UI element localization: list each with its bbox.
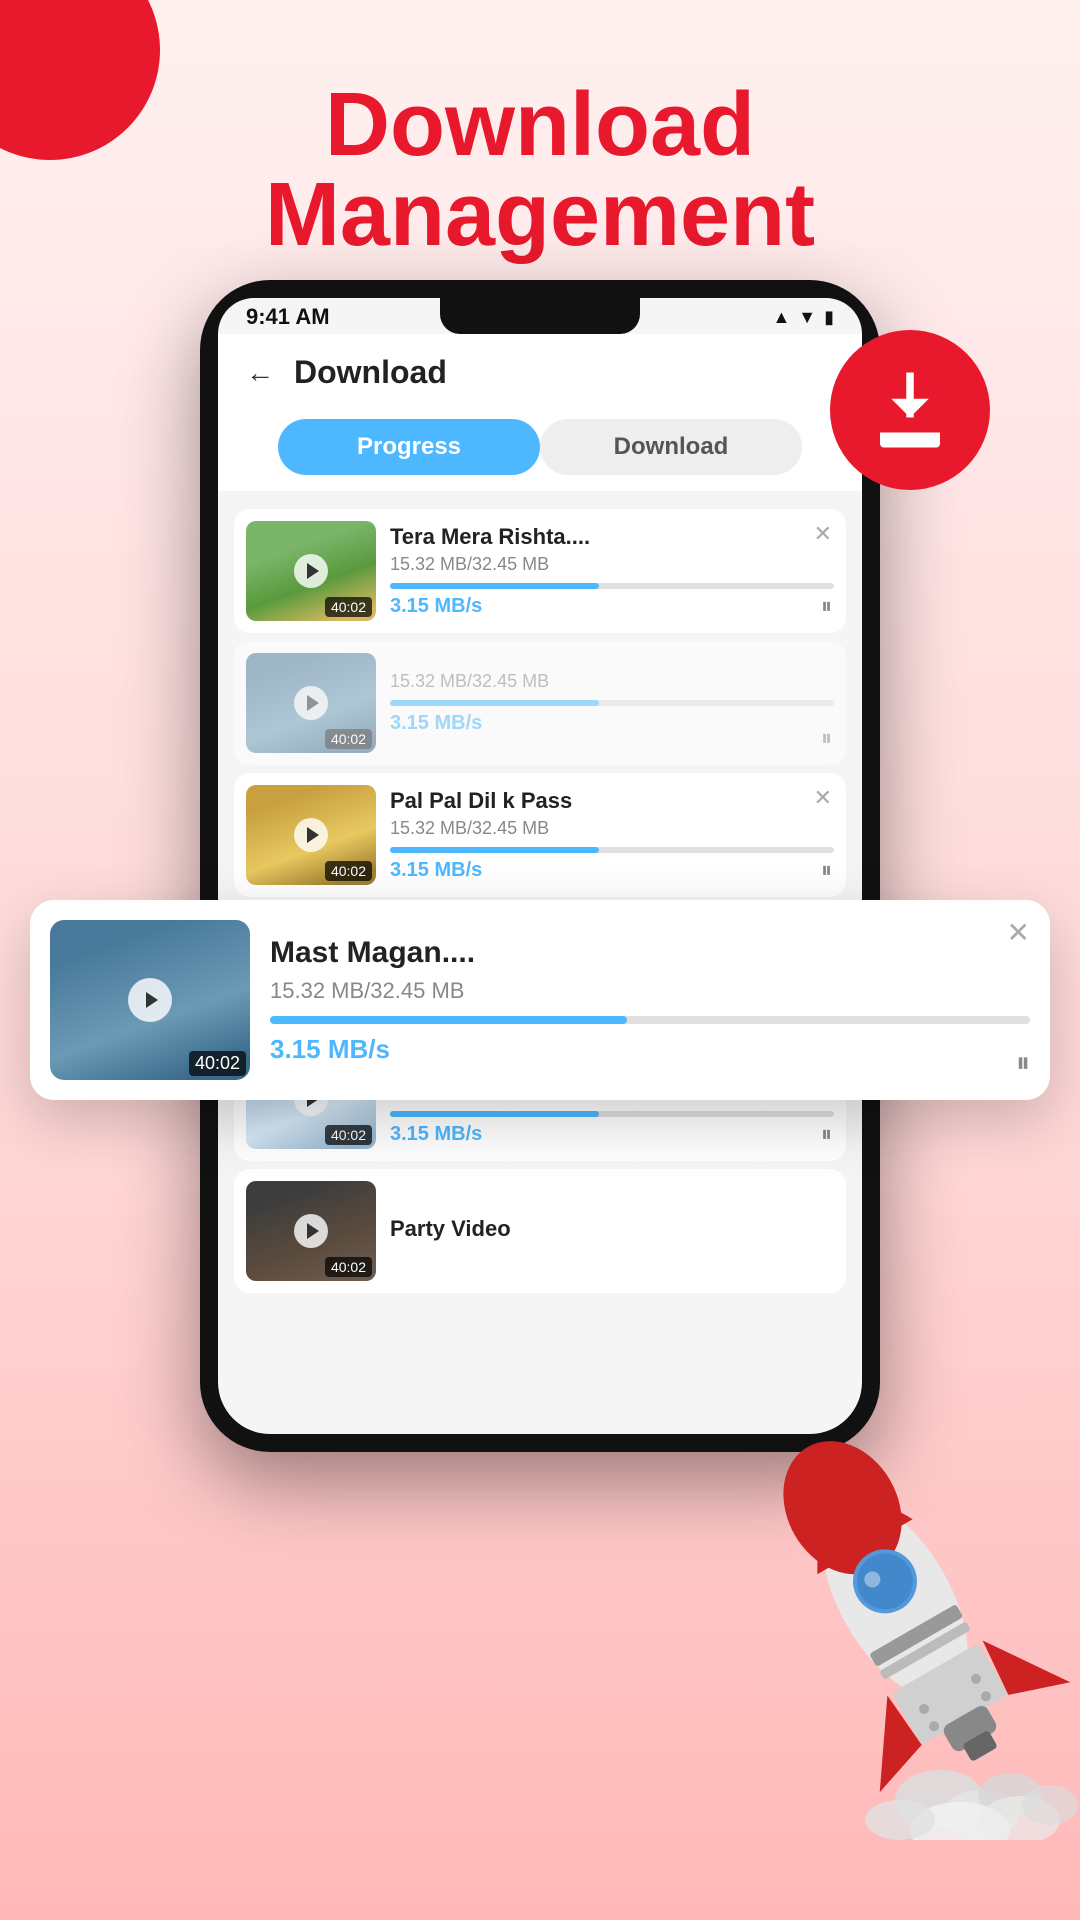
item-info: Pal Pal Dil k Pass 15.32 MB/32.45 MB 3.1… [390, 788, 834, 882]
play-button[interactable] [294, 686, 328, 720]
header-title-line1: Download [0, 80, 1080, 170]
item-thumbnail: 40:02 [246, 785, 376, 885]
download-icon [865, 365, 955, 455]
list-item: 40:02 Party Video [234, 1169, 846, 1293]
pause-button[interactable] [821, 1121, 832, 1147]
page-header: Download Management [0, 80, 1080, 260]
item-duration: 40:02 [325, 597, 372, 617]
floating-progress-bg [270, 1016, 1030, 1024]
item-info: 15.32 MB/32.45 MB 3.15 MB/s [390, 671, 834, 735]
item-size: 15.32 MB/32.45 MB [390, 554, 834, 575]
play-button[interactable] [294, 1214, 328, 1248]
progress-bar-fill [390, 847, 599, 853]
item-title: Tera Mera Rishta.... [390, 524, 834, 550]
item-info: Tera Mera Rishta.... 15.32 MB/32.45 MB 3… [390, 524, 834, 618]
item-speed: 3.15 MB/s [390, 859, 834, 882]
item-thumbnail: 40:02 [246, 521, 376, 621]
progress-bar-bg [390, 847, 834, 853]
item-duration: 40:02 [325, 729, 372, 749]
progress-bar-bg [390, 583, 834, 589]
floating-info: Mast Magan.... 15.32 MB/32.45 MB 3.15 MB… [270, 936, 1030, 1065]
item-speed: 3.15 MB/s [390, 595, 834, 618]
tab-progress[interactable]: Progress [278, 419, 540, 475]
status-time: 9:41 AM [246, 304, 330, 330]
battery-icon: ▮ [824, 307, 834, 328]
download-list: 40:02 Tera Mera Rishta.... 15.32 MB/32.4… [218, 491, 862, 1303]
progress-bar-fill [390, 583, 599, 589]
item-size: 15.32 MB/32.45 MB [390, 671, 834, 692]
floating-pause-button[interactable] [1016, 1047, 1030, 1080]
floating-play-button[interactable] [128, 978, 172, 1022]
progress-bar-fill [390, 1111, 599, 1117]
close-button[interactable] [814, 785, 832, 811]
list-item: 40:02 Tera Mera Rishta.... 15.32 MB/32.4… [234, 509, 846, 633]
item-title: Party Video [390, 1216, 834, 1242]
item-title: Pal Pal Dil k Pass [390, 788, 834, 814]
tab-download[interactable]: Download [540, 419, 802, 475]
progress-bar-bg [390, 700, 834, 706]
floating-speed: 3.15 MB/s [270, 1034, 1030, 1065]
floating-duration: 40:02 [189, 1051, 246, 1076]
pause-button[interactable] [821, 725, 832, 751]
download-icon-circle [830, 330, 990, 490]
rocket-svg [700, 1340, 1080, 1840]
floating-size: 15.32 MB/32.45 MB [270, 978, 1030, 1004]
progress-bar-fill [390, 700, 599, 706]
app-header: ← Download [218, 334, 862, 407]
close-button[interactable] [814, 521, 832, 547]
floating-progress-fill [270, 1016, 627, 1024]
item-info: Party Video [390, 1216, 834, 1246]
back-button[interactable]: ← [246, 357, 274, 389]
item-speed: 3.15 MB/s [390, 1123, 834, 1146]
app-title: Download [294, 354, 447, 391]
item-size: 15.32 MB/32.45 MB [390, 818, 834, 839]
item-duration: 40:02 [325, 1257, 372, 1277]
play-button[interactable] [294, 818, 328, 852]
floating-title: Mast Magan.... [270, 936, 1030, 970]
signal-icon: ▼ [798, 307, 816, 328]
play-button[interactable] [294, 554, 328, 588]
rocket-illustration [700, 1340, 1080, 1840]
wifi-icon: ▲ [772, 307, 790, 328]
item-duration: 40:02 [325, 1125, 372, 1145]
item-speed: 3.15 MB/s [390, 712, 834, 735]
pause-button[interactable] [821, 857, 832, 883]
progress-bar-bg [390, 1111, 834, 1117]
list-item: 40:02 15.32 MB/32.45 MB 3.15 MB/s [234, 641, 846, 765]
pause-button[interactable] [821, 593, 832, 619]
list-item: 40:02 Pal Pal Dil k Pass 15.32 MB/32.45 … [234, 773, 846, 897]
phone-notch [440, 298, 640, 334]
item-duration: 40:02 [325, 861, 372, 881]
item-thumbnail: 40:02 [246, 1181, 376, 1281]
floating-close-button[interactable] [1007, 916, 1030, 949]
item-thumbnail: 40:02 [246, 653, 376, 753]
phone-screen: ← Download Progress Download 40:02 Tera … [218, 334, 862, 1434]
floating-thumbnail: 40:02 [50, 920, 250, 1080]
floating-download-card: 40:02 Mast Magan.... 15.32 MB/32.45 MB 3… [30, 900, 1050, 1100]
status-icons: ▲ ▼ ▮ [772, 307, 834, 328]
header-title-line2: Management [0, 170, 1080, 260]
tab-bar: Progress Download [218, 407, 862, 491]
